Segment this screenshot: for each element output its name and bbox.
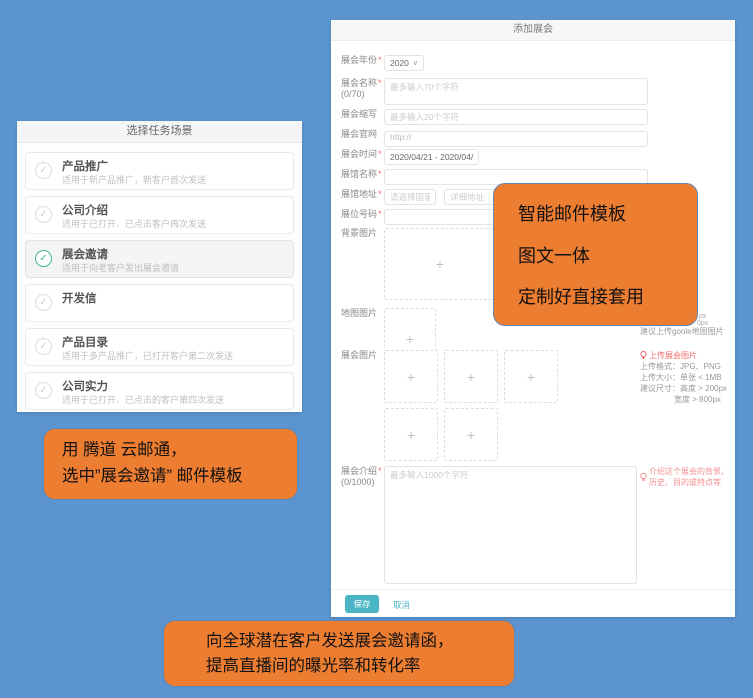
map-image-label: 地图图片 bbox=[341, 308, 385, 319]
bg-image-upload[interactable]: + bbox=[384, 228, 496, 300]
callout-line: 选中”展会邀请” 邮件模板 bbox=[62, 464, 297, 490]
callout-line: 图文一体 bbox=[518, 242, 697, 268]
exhib-image-upload-1[interactable]: + bbox=[384, 350, 438, 403]
plus-icon: + bbox=[407, 369, 415, 385]
exhib-images-label: 展会图片 bbox=[341, 350, 385, 361]
scenario-title: 公司介绍 bbox=[62, 202, 108, 218]
chevron-down-icon: ∨ bbox=[413, 59, 418, 67]
plus-icon: + bbox=[406, 331, 414, 347]
address-label: 展馆地址* bbox=[341, 189, 385, 200]
scenario-card-development-letter[interactable]: ✓ 开发信 bbox=[25, 284, 294, 322]
website-input[interactable] bbox=[384, 131, 648, 147]
scenario-title: 产品推广 bbox=[62, 158, 108, 174]
check-circle-icon: ✓ bbox=[35, 206, 52, 223]
scenario-title: 产品目录 bbox=[62, 334, 108, 350]
name-counter: (0/70) bbox=[341, 89, 385, 100]
plus-icon: + bbox=[467, 369, 475, 385]
task-scenario-panel-title: 选择任务场景 bbox=[17, 121, 302, 143]
year-label: 展会年份* bbox=[341, 55, 385, 66]
plus-icon: + bbox=[527, 369, 535, 385]
country-select-input[interactable] bbox=[384, 189, 436, 205]
url-prefix: http:// bbox=[390, 132, 411, 142]
booth-label: 展位号码* bbox=[341, 209, 385, 220]
website-label: 展会官网 bbox=[341, 129, 385, 140]
check-circle-icon: ✓ bbox=[35, 382, 52, 399]
callout-smart-template: 智能邮件模板 图文一体 定制好直接套用 bbox=[493, 183, 698, 326]
intro-input[interactable] bbox=[384, 466, 637, 584]
save-button[interactable]: 保存 bbox=[345, 595, 379, 613]
callout-send-invitation: 向全球潜在客户发送展会邀请函， 提高直播间的曝光率和转化率 bbox=[163, 620, 515, 687]
exhib-image-upload-4[interactable]: + bbox=[384, 408, 438, 461]
cancel-button[interactable]: 取消 bbox=[393, 599, 410, 611]
form-title: 添加展会 bbox=[331, 20, 735, 41]
check-circle-icon: ✓ bbox=[35, 162, 52, 179]
footer-divider bbox=[331, 589, 735, 590]
scenario-subtitle: 适用于已打开、已点击客户再次发送 bbox=[62, 217, 206, 230]
exhib-image-upload-5[interactable]: + bbox=[444, 408, 498, 461]
map-image-hint: 建议上传goole地图图片 bbox=[640, 326, 735, 337]
time-range-input[interactable] bbox=[384, 149, 479, 165]
intro-counter: (0/1000) bbox=[341, 477, 385, 488]
scenario-card-product-promotion[interactable]: ✓ 产品推广 适用于新产品推广，新客户首次发送 bbox=[25, 152, 294, 190]
lightbulb-icon bbox=[640, 473, 647, 482]
hint-line: 建议尺寸：高度 > 200px bbox=[640, 383, 735, 394]
hint-line: 上传大小：单张 < 1MB bbox=[640, 372, 735, 383]
callout-line: 向全球潜在客户发送展会邀请函， bbox=[206, 629, 514, 654]
scenario-card-company-intro[interactable]: ✓ 公司介绍 适用于已打开、已点击客户再次发送 bbox=[25, 196, 294, 234]
plus-icon: + bbox=[436, 256, 444, 272]
hint-fragment: px bbox=[699, 313, 706, 320]
scenario-title: 展会邀请 bbox=[62, 246, 108, 262]
abbr-input[interactable] bbox=[384, 109, 648, 125]
scenario-card-company-strength[interactable]: ✓ 公司实力 适用于已打开、已点击的客户第四次发送 bbox=[25, 372, 294, 410]
bg-image-label: 背景图片 bbox=[341, 228, 385, 239]
check-circle-icon-selected: ✓ bbox=[35, 250, 52, 267]
task-scenario-panel: 选择任务场景 ✓ 产品推广 适用于新产品推广，新客户首次发送 ✓ 公司介绍 适用… bbox=[17, 121, 302, 412]
exhib-image-upload-3[interactable]: + bbox=[504, 350, 558, 403]
venue-label: 展馆名称* bbox=[341, 169, 385, 180]
name-input[interactable] bbox=[384, 78, 648, 105]
hint-line: 宽度 > 800px bbox=[640, 394, 735, 405]
name-label: 展会名称*(0/70) bbox=[341, 78, 385, 100]
intro-hint: 介绍这个展会的背景、历史、目的或特点等 bbox=[640, 466, 735, 488]
check-circle-icon: ✓ bbox=[35, 294, 52, 311]
plus-icon: + bbox=[407, 427, 415, 443]
scenario-subtitle: 适用于已打开、已点击的客户第四次发送 bbox=[62, 393, 224, 406]
scenario-title: 开发信 bbox=[62, 290, 97, 306]
plus-icon: + bbox=[467, 427, 475, 443]
scenario-title: 公司实力 bbox=[62, 378, 108, 394]
scenario-card-product-catalog[interactable]: ✓ 产品目录 适用于多产品推广，已打开客户第二次发送 bbox=[25, 328, 294, 366]
callout-line: 智能邮件模板 bbox=[518, 200, 697, 226]
scenario-subtitle: 适用于向老客户发出展会邀请 bbox=[62, 261, 179, 274]
scenario-card-exhibition-invite[interactable]: ✓ 展会邀请 适用于向老客户发出展会邀请 bbox=[25, 240, 294, 278]
exhib-image-upload-2[interactable]: + bbox=[444, 350, 498, 403]
check-circle-icon: ✓ bbox=[35, 338, 52, 355]
year-select[interactable]: 2020 ∨ bbox=[384, 55, 424, 71]
lightbulb-icon bbox=[640, 351, 647, 360]
intro-label: 展会介绍*(0/1000) bbox=[341, 466, 385, 488]
time-label: 展会时间* bbox=[341, 149, 385, 160]
callout-select-template: 用 腾道 云邮通， 选中”展会邀请” 邮件模板 bbox=[43, 428, 298, 500]
task-scenario-list: ✓ 产品推广 适用于新产品推广，新客户首次发送 ✓ 公司介绍 适用于已打开、已点… bbox=[17, 143, 302, 410]
scenario-subtitle: 适用于新产品推广，新客户首次发送 bbox=[62, 173, 206, 186]
hint-line: 上传格式：JPG、PNG bbox=[640, 361, 735, 372]
slide-background: 选择任务场景 ✓ 产品推广 适用于新产品推广，新客户首次发送 ✓ 公司介绍 适用… bbox=[0, 0, 753, 698]
exhib-images-hints: 上传展会图片 上传格式：JPG、PNG 上传大小：单张 < 1MB 建议尺寸：高… bbox=[640, 350, 735, 405]
callout-line: 提高直播间的曝光率和转化率 bbox=[206, 654, 514, 679]
abbr-label: 展会缩写 bbox=[341, 109, 385, 120]
callout-line: 用 腾道 云邮通， bbox=[62, 438, 297, 464]
exhib-images-hint-title: 上传展会图片 bbox=[640, 350, 735, 361]
scenario-subtitle: 适用于多产品推广，已打开客户第二次发送 bbox=[62, 349, 233, 362]
callout-line: 定制好直接套用 bbox=[518, 283, 697, 309]
